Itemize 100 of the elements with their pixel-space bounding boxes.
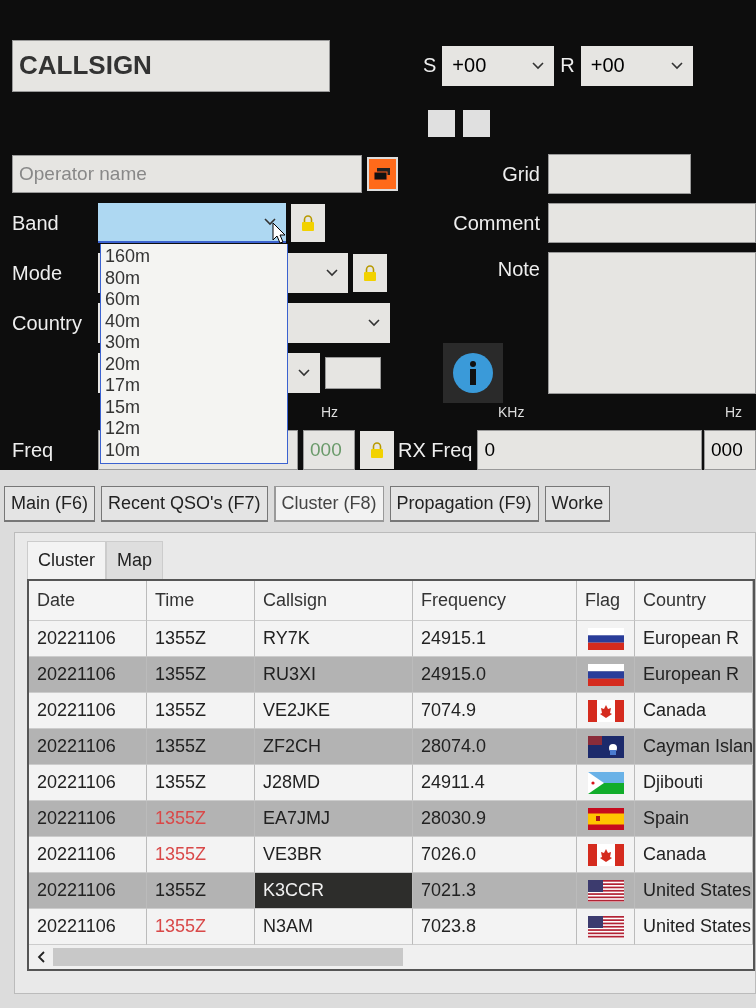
band-option[interactable]: 60m [105, 289, 283, 311]
hz-label: Hz [320, 404, 338, 420]
table-cell: 20221106 [29, 837, 147, 873]
band-option[interactable]: 12m [105, 418, 283, 440]
table-cell: ZF2CH [255, 729, 413, 765]
table-cell: 7023.8 [413, 909, 577, 945]
r-label: R [560, 54, 575, 77]
lock-button[interactable] [353, 254, 387, 292]
padlock-icon [301, 214, 315, 232]
table-cell: VE2JKE [255, 693, 413, 729]
table-cell: 20221106 [29, 693, 147, 729]
note-label: Note [496, 257, 541, 281]
band-option[interactable]: 15m [105, 396, 283, 418]
text-field[interactable] [325, 357, 381, 389]
table-cell: VE3BR [255, 837, 413, 873]
table-cell: 1355Z [147, 801, 255, 837]
grid-field[interactable] [548, 154, 691, 194]
chevron-down-icon [264, 218, 276, 226]
table-cell: European R [635, 657, 753, 693]
table-cell: Spain [635, 801, 753, 837]
table-cell: 7021.3 [413, 873, 577, 909]
band-option[interactable]: 40m [105, 310, 283, 332]
tab[interactable]: Worke [544, 486, 611, 522]
table-cell: United States [635, 873, 753, 909]
band-option[interactable]: 17m [105, 375, 283, 397]
table-cell: 20221106 [29, 873, 147, 909]
chevron-down-icon [368, 319, 380, 327]
chevron-down-icon [532, 61, 545, 70]
scroll-left-icon [37, 951, 45, 963]
column-header[interactable]: Date [29, 581, 147, 621]
s-report-dropdown[interactable]: +00 [442, 45, 555, 86]
band-option[interactable]: 10m [105, 439, 283, 461]
scrollbar-thumb[interactable] [53, 948, 403, 966]
khz-label: KHz [498, 404, 525, 420]
table-cell: N3AM [255, 909, 413, 945]
tab[interactable]: Cluster [27, 541, 106, 579]
table-cell: 1355Z [147, 909, 255, 945]
table-cell: 7026.0 [413, 837, 577, 873]
table-cell: J28MD [255, 765, 413, 801]
table-cell: Canada [635, 837, 753, 873]
band-dropdown[interactable] [98, 203, 286, 243]
band-label: Band [12, 211, 60, 235]
padlock-icon [363, 264, 377, 282]
band-option[interactable]: 20m [105, 353, 283, 375]
comment-field[interactable] [548, 203, 756, 243]
table-cell: Cayman Islan [635, 729, 753, 765]
table-cell: 1355Z [147, 765, 255, 801]
column-header[interactable]: Flag [577, 581, 635, 621]
table-cell: United States [635, 909, 753, 945]
table-cell: Canada [635, 693, 753, 729]
column-header[interactable]: Country [635, 581, 753, 621]
chevron-down-icon [326, 269, 338, 277]
cards-icon [374, 168, 391, 180]
hz-label: Hz [724, 404, 742, 420]
table-cell: RY7K [255, 621, 413, 657]
country-label: Country [12, 311, 84, 335]
band-option[interactable]: 30m [105, 332, 283, 354]
table-cell: 20221106 [29, 765, 147, 801]
column-header[interactable]: Time [147, 581, 255, 621]
column-header[interactable]: Callsign [255, 581, 413, 621]
table-cell: 1355Z [147, 837, 255, 873]
table-cell: 20221106 [29, 909, 147, 945]
info-button[interactable] [443, 343, 503, 403]
table-cell: EA7JMJ [255, 801, 413, 837]
grid-label: Grid [501, 162, 541, 186]
lookup-button[interactable] [366, 157, 398, 191]
freq-label: Freq [12, 438, 55, 462]
table-cell: 20221106 [29, 621, 147, 657]
table-cell: 1355Z [147, 657, 255, 693]
operator-name-field[interactable]: Operator name [12, 155, 362, 193]
column-header[interactable]: Frequency [413, 581, 577, 621]
rx-frequency-field[interactable]: 0 [477, 430, 702, 470]
table-cell: 24915.0 [413, 657, 577, 693]
band-option[interactable]: 160m [105, 246, 283, 268]
table-cell: 1355Z [147, 873, 255, 909]
band-option[interactable]: 80m [105, 267, 283, 289]
table-cell: 1355Z [147, 621, 255, 657]
tab[interactable]: Cluster (F8) [273, 486, 384, 522]
tab[interactable]: Map [106, 541, 164, 579]
lock-button[interactable] [360, 431, 394, 469]
rx-hz-field[interactable]: 000 [704, 430, 756, 470]
table-cell: 24915.1 [413, 621, 577, 657]
table-cell: 1355Z [147, 729, 255, 765]
lock-button[interactable] [291, 204, 325, 242]
table-cell: Djibouti [635, 765, 753, 801]
info-icon [453, 353, 493, 393]
tab[interactable]: Main (F6) [4, 486, 95, 522]
table-cell: 20221106 [29, 729, 147, 765]
chevron-down-icon [670, 61, 683, 70]
note-field[interactable] [548, 252, 756, 394]
table-cell: 20221106 [29, 657, 147, 693]
s-label: S [423, 54, 437, 77]
tab[interactable]: Recent QSO's (F7) [101, 486, 268, 522]
r-report-dropdown[interactable]: +00 [580, 45, 693, 86]
table-cell: 1355Z [147, 693, 255, 729]
tab[interactable]: Propagation (F9) [389, 486, 539, 522]
table-cell: 7074.9 [413, 693, 577, 729]
chevron-down-icon [298, 369, 310, 377]
callsign-field[interactable]: CALLSIGN [12, 39, 330, 92]
table-cell: 28030.9 [413, 801, 577, 837]
